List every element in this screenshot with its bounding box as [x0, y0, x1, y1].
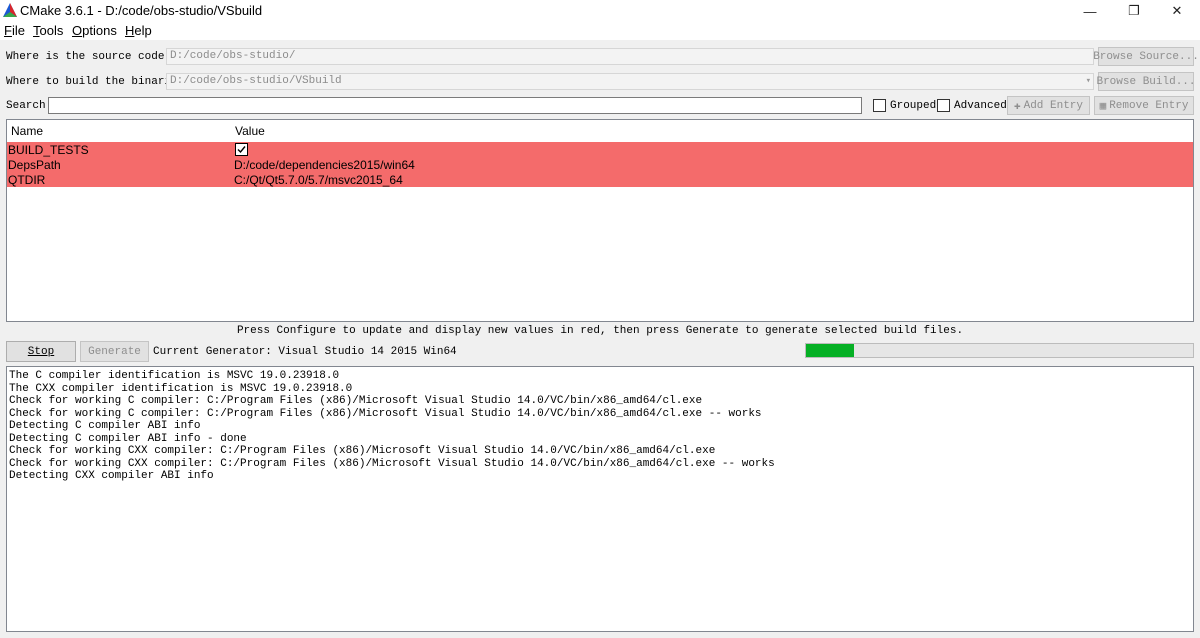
output-line: The CXX compiler identification is MSVC …	[9, 382, 353, 395]
minimize-button[interactable]: —	[1067, 0, 1113, 22]
output-line: Check for working C compiler: C:/Program…	[9, 407, 762, 420]
hint-text: Press Configure to update and display ne…	[236, 325, 964, 337]
column-header-value[interactable]: Value	[235, 124, 265, 138]
chevron-down-icon: ▾	[1085, 76, 1091, 86]
grouped-label: Grouped	[890, 100, 937, 112]
checkmark-icon	[237, 146, 246, 154]
menu-options[interactable]: Options	[72, 23, 117, 38]
build-tests-checkbox[interactable]	[235, 143, 248, 156]
window-title: CMake 3.6.1 - D:/code/obs-studio/VSbuild	[20, 3, 263, 18]
menu-tools[interactable]: Tools	[33, 23, 63, 38]
progress-fill	[806, 344, 855, 357]
row-value: D:/code/dependencies2015/win64	[234, 158, 415, 172]
search-label: Search:	[6, 100, 53, 112]
advanced-label: Advanced	[954, 100, 1007, 112]
cmake-logo-icon	[3, 3, 17, 17]
table-row[interactable]: DepsPath D:/code/dependencies2015/win64	[7, 157, 1193, 172]
output-line: Detecting CXX compiler ABI info	[9, 470, 214, 482]
remove-entry-button[interactable]: ▦ Remove Entry	[1094, 96, 1194, 115]
output-line: Detecting C compiler ABI info	[9, 420, 201, 432]
row-name: DepsPath	[8, 158, 61, 172]
generate-button[interactable]: Generate	[80, 341, 149, 362]
menu-bar: File Tools Options Help	[0, 22, 1200, 40]
browse-build-button[interactable]: Browse Build...	[1096, 72, 1196, 91]
row-name: QTDIR	[8, 173, 46, 187]
restore-icon: ❐	[1128, 3, 1140, 18]
table-row[interactable]: QTDIR C:/Qt/Qt5.7.0/5.7/msvc2015_64	[7, 172, 1193, 187]
stop-button[interactable]: Stop	[6, 341, 76, 362]
output-line: Check for working CXX compiler: C:/Progr…	[9, 457, 775, 470]
table-row[interactable]: BUILD_TESTS	[7, 142, 1193, 157]
menu-file[interactable]: File	[4, 23, 25, 38]
output-line: The C compiler identification is MSVC 19…	[9, 370, 340, 382]
output-line: Check for working CXX compiler: C:/Progr…	[9, 445, 716, 457]
close-icon: ✕	[1171, 3, 1183, 18]
output-line: Detecting C compiler ABI info - done	[9, 432, 247, 445]
title-bar: CMake 3.6.1 - D:/code/obs-studio/VSbuild…	[0, 0, 1200, 22]
output-log[interactable]: The C compiler identification is MSVC 19…	[6, 366, 1194, 632]
grouped-checkbox[interactable]	[873, 99, 886, 112]
cache-table: Name Value BUILD_TESTS DepsPath D:/code/…	[6, 119, 1194, 322]
row-name: BUILD_TESTS	[8, 143, 89, 157]
current-generator-text: Current Generator: Visual Studio 14 2015…	[153, 346, 457, 358]
column-header-name[interactable]: Name	[11, 124, 43, 138]
menu-help[interactable]: Help	[125, 23, 152, 38]
build-label: Where to build the binaries:	[6, 76, 191, 88]
remove-icon: ▦	[1099, 100, 1107, 113]
output-line: Check for working C compiler: C:/Program…	[9, 395, 703, 407]
browse-source-button[interactable]: Browse Source...	[1093, 47, 1199, 66]
maximize-button[interactable]: ❐	[1111, 0, 1157, 22]
source-label: Where is the source code:	[6, 51, 172, 63]
advanced-checkbox[interactable]	[937, 99, 950, 112]
build-path-combo[interactable]: D:/code/obs-studio/VSbuild ▾	[166, 73, 1094, 90]
plus-icon: ✚	[1013, 100, 1021, 113]
build-path-value: D:/code/obs-studio/VSbuild	[170, 75, 342, 87]
row-value: C:/Qt/Qt5.7.0/5.7/msvc2015_64	[234, 173, 403, 187]
minimize-icon: —	[1083, 3, 1097, 19]
progress-bar	[805, 343, 1194, 358]
close-button[interactable]: ✕	[1154, 0, 1200, 22]
add-entry-button[interactable]: ✚ Add Entry	[1007, 96, 1090, 115]
search-input[interactable]	[48, 97, 862, 114]
source-path-field[interactable]: D:/code/obs-studio/	[166, 48, 1094, 65]
